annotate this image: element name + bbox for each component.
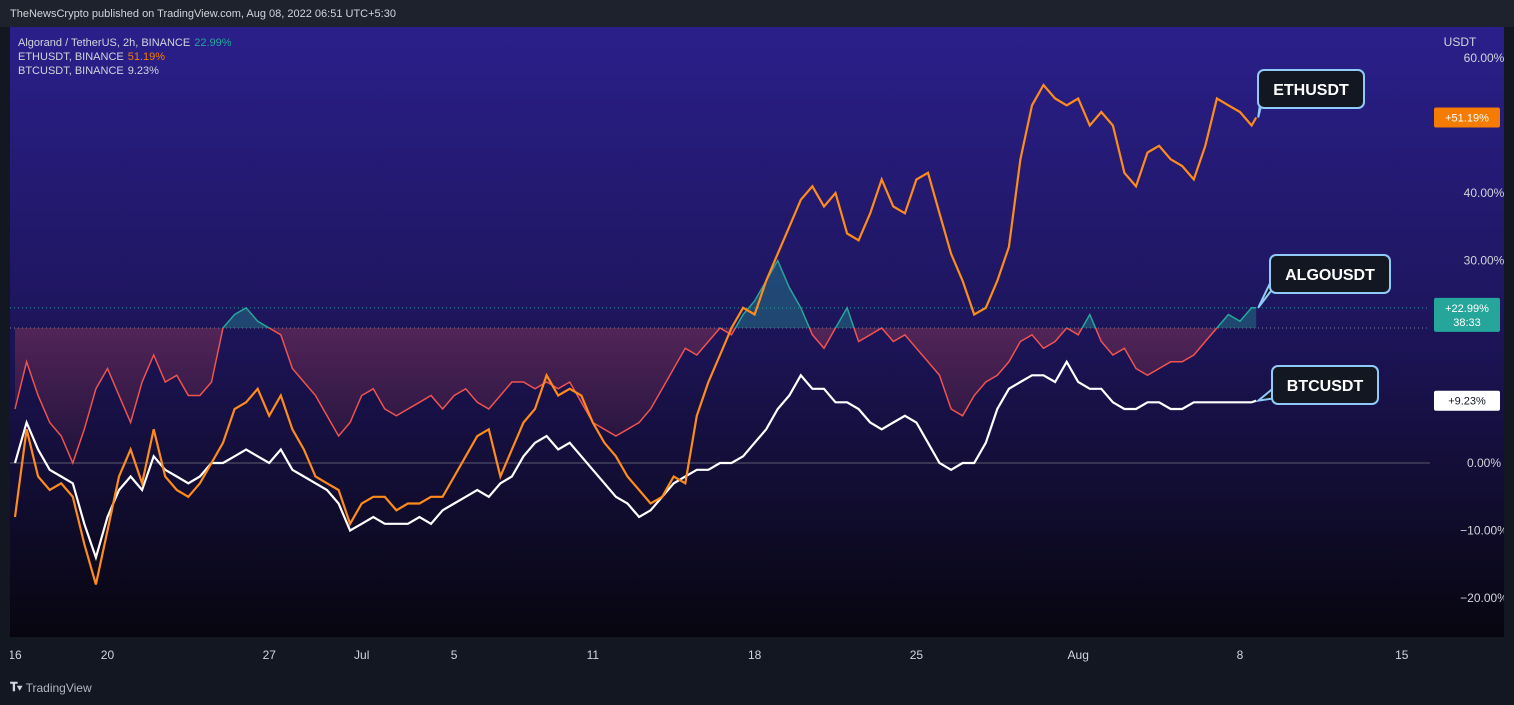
x-tick-label: 11 — [587, 648, 600, 662]
price-badge-text: +9.23% — [1448, 396, 1486, 408]
callout-label: ETHUSDT — [1273, 82, 1349, 99]
tradingview-logo-text: TradingView — [25, 680, 92, 695]
x-tick-label: 15 — [1395, 648, 1409, 662]
y-tick-label: −10.00% — [1460, 524, 1504, 538]
published-text: TheNewsCrypto published on TradingView.c… — [10, 8, 396, 20]
x-tick-label: Aug — [1068, 648, 1089, 662]
y-axis-unit: USDT — [1444, 35, 1477, 49]
legend-row-eth[interactable]: ETHUSDT, BINANCE 51.19% — [18, 50, 236, 64]
legend-row-algo[interactable]: Algorand / TetherUS, 2h, BINANCE 22.99% — [18, 36, 236, 50]
x-tick-label: Jul — [354, 648, 369, 662]
y-tick-label: 40.00% — [1464, 186, 1504, 200]
callout-label: BTCUSDT — [1287, 378, 1364, 395]
legend: Algorand / TetherUS, 2h, BINANCE 22.99% E… — [18, 36, 236, 78]
x-tick-label: 25 — [910, 648, 924, 662]
footer-bar — [0, 668, 1514, 705]
x-tick-label: 18 — [748, 648, 762, 662]
callout-btcusdt[interactable]: BTCUSDT — [1254, 365, 1379, 405]
legend-btc-name: BTCUSDT, BINANCE — [18, 65, 124, 77]
x-tick-label: 27 — [263, 648, 277, 662]
y-tick-label: 0.00% — [1467, 456, 1501, 470]
price-badge-text: +51.19% — [1445, 112, 1489, 124]
price-badge-countdown: 38:33 — [1453, 317, 1481, 329]
legend-row-btc[interactable]: BTCUSDT, BINANCE 9.23% — [18, 64, 236, 78]
legend-algo-name: Algorand / TetherUS, 2h, BINANCE — [18, 37, 191, 49]
price-badge: +51.19% — [1434, 107, 1500, 128]
x-tick-label: 20 — [101, 648, 115, 662]
x-tick-label: 8 — [1237, 648, 1244, 662]
publisher-bar: TheNewsCrypto published on TradingView.c… — [0, 0, 1514, 27]
legend-algo-value: 22.99% — [194, 37, 232, 49]
legend-btc-value: 9.23% — [127, 65, 159, 77]
plot-background — [10, 27, 1504, 637]
y-tick-label: 60.00% — [1464, 51, 1504, 65]
price-badge: +9.23% — [1434, 390, 1500, 411]
price-chart[interactable]: 60.00% 40.00% 30.00% 0.00% −10.00% −20.00% USD… — [10, 27, 1504, 668]
price-badge: +22.99% 38:33 — [1434, 297, 1500, 332]
y-tick-label: −20.00% — [1460, 591, 1504, 605]
legend-eth-value: 51.19% — [127, 51, 166, 63]
x-tick-label: 5 — [451, 648, 458, 662]
chart-area[interactable]: 60.00% 40.00% 30.00% 0.00% −10.00% −20.00% USD… — [10, 27, 1504, 668]
tradingview-logo-icon: 𝐓▾ — [10, 680, 23, 694]
x-tick-label: 16 — [10, 648, 22, 662]
price-badge-text: +22.99% — [1445, 303, 1489, 315]
legend-eth-name: ETHUSDT, BINANCE — [18, 51, 124, 63]
callout-label: ALGOUSDT — [1285, 267, 1375, 284]
tradingview-logo[interactable]: 𝐓▾ TradingView — [10, 680, 92, 695]
y-tick-label: 30.00% — [1464, 254, 1504, 268]
